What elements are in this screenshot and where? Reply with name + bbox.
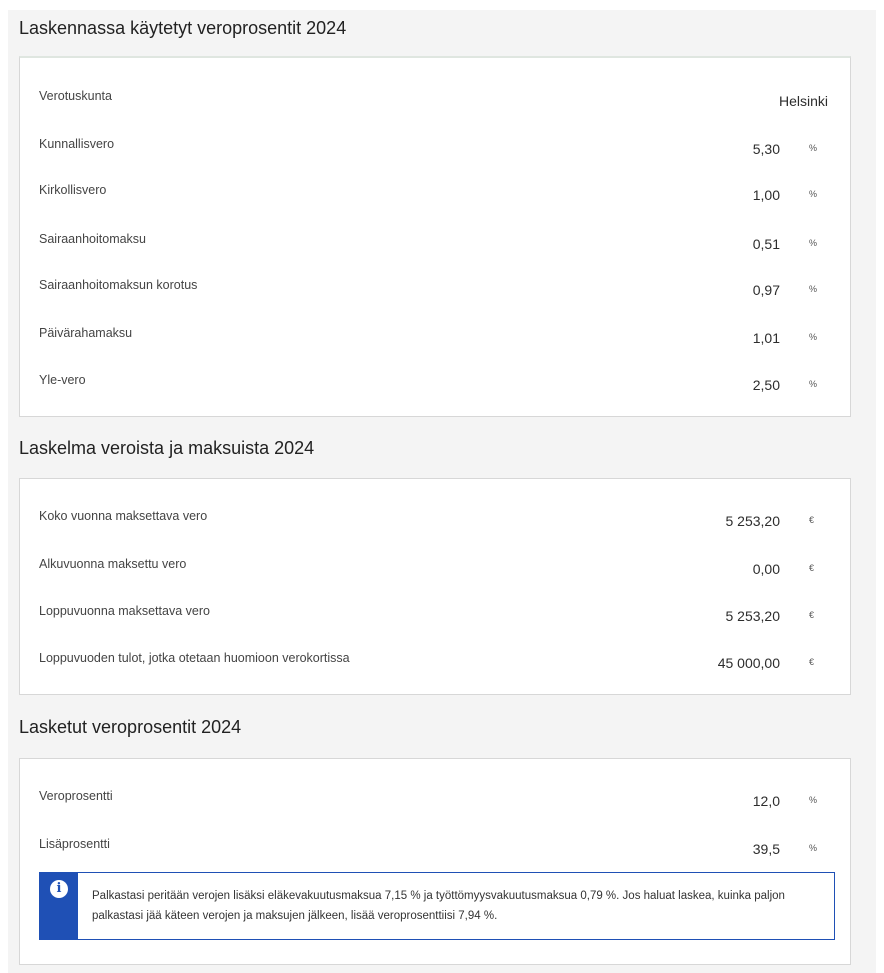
calc-value: 5 253,20: [725, 513, 781, 529]
rate-value: 0,97: [752, 282, 780, 298]
results-page: Laskennassa käytetyt veroprosentit 2024 …: [8, 10, 876, 973]
percent-unit: %: [809, 238, 818, 248]
rate-value: 5,30: [752, 141, 780, 157]
rates-card: Verotuskunta Helsinki Kunnallisvero 5,30…: [19, 56, 851, 417]
percent-unit: %: [809, 843, 818, 853]
rate-value: 1,01: [752, 330, 780, 346]
euro-unit: €: [809, 563, 815, 573]
rate-value: 0,51: [752, 236, 780, 252]
rate-row-yle-tax: Yle-vero 2,50 %: [20, 373, 850, 395]
municipality-row: Verotuskunta Helsinki: [20, 89, 850, 111]
rate-label: Yle-vero: [39, 373, 86, 387]
rate-label: Kirkollisvero: [39, 183, 107, 197]
calc-value: 5 253,20: [725, 608, 781, 624]
percent-unit: %: [809, 379, 818, 389]
calc-row-remaining-income: Loppuvuoden tulot, jotka otetaan huomioo…: [20, 651, 850, 673]
calc-label: Alkuvuonna maksettu vero: [39, 557, 187, 571]
rate-label: Sairaanhoitomaksun korotus: [39, 278, 198, 292]
percent-unit: %: [809, 143, 818, 153]
calc-label: Koko vuonna maksettava vero: [39, 509, 208, 523]
calc-row-paid-tax: Alkuvuonna maksettu vero 0,00 €: [20, 557, 850, 579]
rate-row-health-care: Sairaanhoitomaksu 0,51 %: [20, 232, 850, 254]
calc-section-title: Laskelma veroista ja maksuista 2024: [19, 438, 315, 458]
result-section-title: Lasketut veroprosentit 2024: [19, 717, 242, 737]
calc-label: Loppuvuoden tulot, jotka otetaan huomioo…: [39, 651, 350, 665]
percent-unit: %: [809, 795, 818, 805]
euro-unit: €: [809, 610, 815, 620]
rate-row-health-care-increase: Sairaanhoitomaksun korotus 0,97 %: [20, 278, 850, 300]
rate-label: Päivärahamaksu: [39, 326, 133, 340]
euro-unit: €: [809, 657, 815, 667]
calc-value: 0,00: [752, 561, 780, 577]
calc-value: 45 000,00: [717, 655, 780, 671]
municipality-label: Verotuskunta: [39, 89, 112, 103]
info-icon: i: [50, 880, 68, 898]
calc-label: Loppuvuonna maksettava vero: [39, 604, 210, 618]
result-row-additional-rate: Lisäprosentti 39,5 %: [20, 837, 850, 859]
info-notice: i Palkastasi peritään verojen lisäksi el…: [39, 872, 835, 940]
rate-row-daily-allowance: Päivärahamaksu 1,01 %: [20, 326, 850, 348]
rates-section-title: Laskennassa käytetyt veroprosentit 2024: [19, 18, 347, 38]
result-row-tax-rate: Veroprosentti 12,0 %: [20, 789, 850, 811]
result-label: Lisäprosentti: [39, 837, 110, 851]
calc-row-full-year-tax: Koko vuonna maksettava vero 5 253,20 €: [20, 509, 850, 531]
euro-unit: €: [809, 515, 815, 525]
result-value: 39,5: [752, 841, 780, 857]
rate-value: 2,50: [752, 377, 780, 393]
rate-value: 1,00: [752, 187, 780, 203]
rate-row-municipal-tax: Kunnallisvero 5,30 %: [20, 137, 850, 159]
rate-row-church-tax: Kirkollisvero 1,00 %: [20, 183, 850, 205]
percent-unit: %: [809, 332, 818, 342]
info-stripe: i: [40, 873, 78, 939]
info-text: Palkastasi peritään verojen lisäksi eläk…: [92, 890, 785, 922]
result-label: Veroprosentti: [39, 789, 113, 803]
calc-row-remaining-tax: Loppuvuonna maksettava vero 5 253,20 €: [20, 604, 850, 626]
rate-label: Sairaanhoitomaksu: [39, 232, 147, 246]
calc-card: Koko vuonna maksettava vero 5 253,20 € A…: [19, 478, 851, 695]
result-value: 12,0: [752, 793, 780, 809]
percent-unit: %: [809, 189, 818, 199]
municipality-value: Helsinki: [778, 93, 828, 109]
rate-label: Kunnallisvero: [39, 137, 115, 151]
result-card: Veroprosentti 12,0 % Lisäprosentti 39,5 …: [19, 758, 851, 965]
percent-unit: %: [809, 284, 818, 294]
